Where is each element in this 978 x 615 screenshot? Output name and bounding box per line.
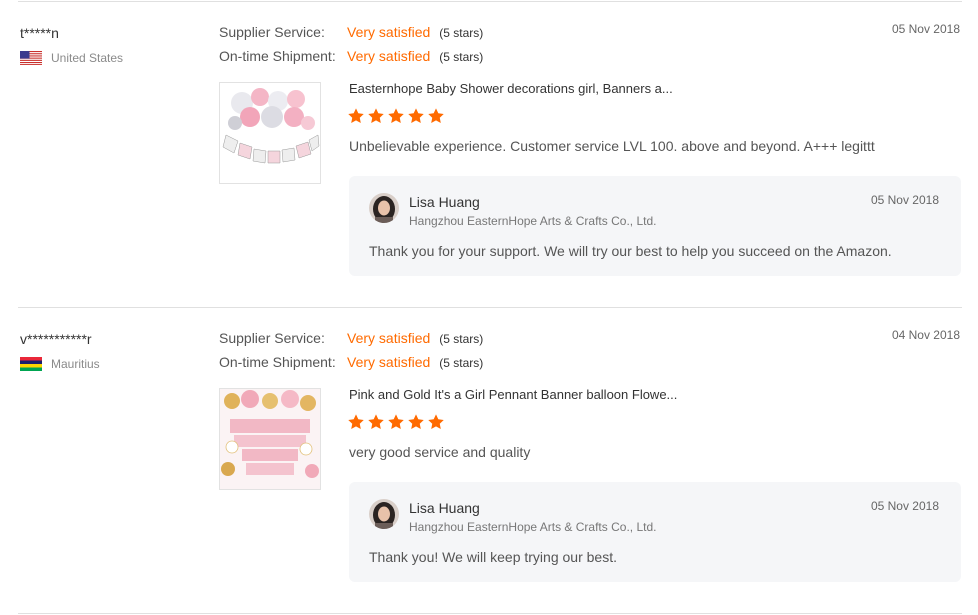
supplier-reply: Lisa Huang Hangzhou EasternHope Arts & C… — [349, 176, 961, 276]
star-icon — [408, 108, 424, 124]
supplier-service-stars: (5 stars) — [439, 332, 484, 346]
shipment-value: Very satisfied — [347, 48, 431, 64]
star-icon — [348, 108, 364, 124]
shipment-value: Very satisfied — [347, 354, 431, 370]
review-item: t*****n United States Supplier Service: … — [0, 0, 978, 306]
product-thumbnail[interactable] — [219, 82, 321, 184]
country-name: Mauritius — [51, 357, 100, 371]
reply-date: 05 Nov 2018 — [870, 499, 939, 513]
country-name: United States — [51, 51, 124, 65]
reply-author-name: Lisa Huang — [409, 194, 480, 210]
star-icon — [428, 414, 444, 430]
shipment-rating: On-time Shipment: Very satisfied (5 star… — [219, 354, 483, 370]
star-icon — [368, 414, 384, 430]
us-flag-icon — [20, 51, 42, 65]
product-image — [220, 389, 320, 489]
avatar — [369, 193, 399, 223]
shipment-stars: (5 stars) — [439, 50, 484, 64]
reply-text: Thank you for your support. We will try … — [369, 243, 892, 259]
product-thumbnail[interactable] — [219, 388, 321, 490]
review-date: 05 Nov 2018 — [891, 22, 960, 36]
star-rating — [347, 107, 445, 125]
avatar — [369, 499, 399, 529]
buyer-country: United States — [20, 51, 123, 65]
star-rating — [347, 413, 445, 431]
reply-text: Thank you! We will keep trying our best. — [369, 549, 617, 565]
star-icon — [388, 108, 404, 124]
review-item: v***********r Mauritius Supplier Service… — [0, 306, 978, 612]
mauritius-flag-icon — [20, 357, 42, 371]
shipment-label: On-time Shipment: — [219, 48, 336, 64]
supplier-service-stars: (5 stars) — [439, 26, 484, 40]
product-image — [220, 83, 320, 183]
star-icon — [408, 414, 424, 430]
supplier-service-rating: Supplier Service: Very satisfied (5 star… — [219, 24, 483, 40]
product-title-link[interactable]: Pink and Gold It's a Girl Pennant Banner… — [349, 387, 677, 402]
review-text: very good service and quality — [349, 444, 531, 460]
shipment-stars: (5 stars) — [439, 356, 484, 370]
shipment-label: On-time Shipment: — [219, 354, 336, 370]
supplier-service-value: Very satisfied — [347, 24, 431, 40]
star-icon — [428, 108, 444, 124]
buyer-name: t*****n — [20, 25, 59, 41]
reply-company: Hangzhou EasternHope Arts & Crafts Co., … — [409, 520, 657, 534]
divider-bottom — [18, 613, 962, 614]
star-icon — [388, 414, 404, 430]
review-date: 04 Nov 2018 — [891, 328, 960, 342]
product-title-link[interactable]: Easternhope Baby Shower decorations girl… — [349, 81, 673, 96]
shipment-rating: On-time Shipment: Very satisfied (5 star… — [219, 48, 483, 64]
reply-author-name: Lisa Huang — [409, 500, 480, 516]
review-text: Unbelievable experience. Customer servic… — [349, 138, 875, 154]
supplier-service-label: Supplier Service: — [219, 330, 325, 346]
supplier-service-rating: Supplier Service: Very satisfied (5 star… — [219, 330, 483, 346]
star-icon — [348, 414, 364, 430]
reply-date: 05 Nov 2018 — [870, 193, 939, 207]
reply-company: Hangzhou EasternHope Arts & Crafts Co., … — [409, 214, 657, 228]
supplier-service-value: Very satisfied — [347, 330, 431, 346]
supplier-service-label: Supplier Service: — [219, 24, 325, 40]
supplier-reply: Lisa Huang Hangzhou EasternHope Arts & C… — [349, 482, 961, 582]
buyer-name: v***********r — [20, 331, 92, 347]
buyer-country: Mauritius — [20, 357, 100, 371]
star-icon — [368, 108, 384, 124]
